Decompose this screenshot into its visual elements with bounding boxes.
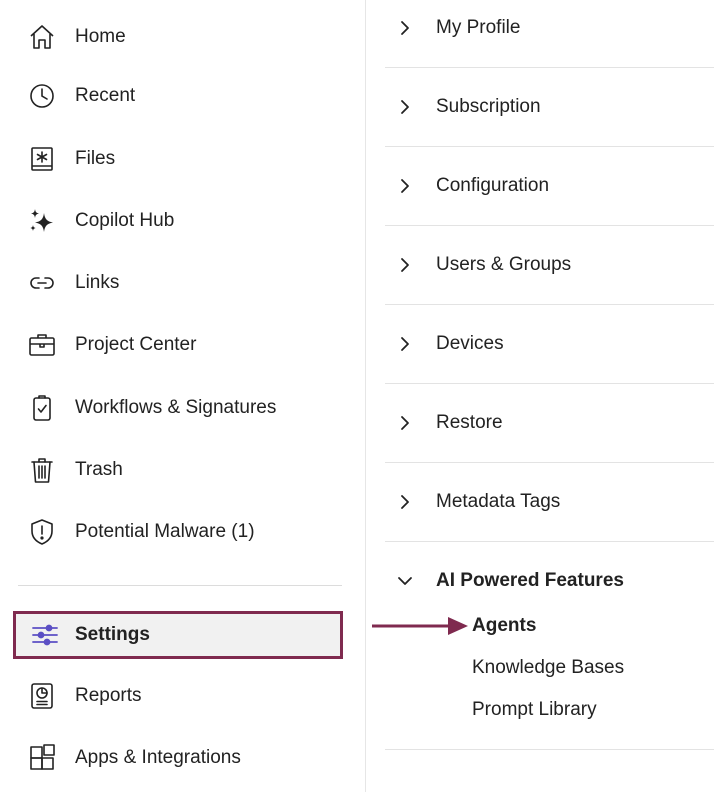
chevron-right-icon [397, 494, 413, 510]
sidebar-item-label: Links [75, 272, 120, 293]
sliders-icon [29, 619, 61, 651]
settings-section-ai-powered-features: AI Powered Features Agents Knowledge Bas… [385, 541, 714, 750]
sidebar: Home Recent Files Copilot Hub Links Proj… [0, 0, 366, 792]
sidebar-item-files[interactable]: Files [0, 139, 366, 179]
chevron-right-icon [397, 336, 413, 352]
ai-powered-features-header[interactable]: AI Powered Features [385, 561, 714, 601]
settings-panel: My Profile Subscription Configuration Us… [367, 0, 714, 792]
sidebar-item-label: Files [75, 148, 116, 169]
sidebar-item-label: Project Center [75, 334, 197, 355]
home-icon [26, 21, 58, 53]
clipboard-check-icon [26, 392, 58, 424]
chevron-right-icon [397, 99, 413, 115]
chevron-right-icon [397, 415, 413, 431]
settings-section-restore[interactable]: Restore [385, 384, 714, 463]
sidebar-item-potential-malware[interactable]: Potential Malware (1) [0, 512, 366, 552]
section-label: Restore [436, 412, 503, 433]
sidebar-item-reports[interactable]: Reports [0, 676, 366, 716]
settings-section-subscription[interactable]: Subscription [385, 68, 714, 147]
sidebar-item-label: Workflows & Signatures [75, 397, 277, 418]
section-label: Subscription [436, 96, 541, 117]
sidebar-item-label: Potential Malware (1) [75, 521, 255, 542]
section-label: AI Powered Features [436, 570, 624, 591]
settings-section-configuration[interactable]: Configuration [385, 147, 714, 226]
section-label: Configuration [436, 175, 550, 196]
trash-icon [26, 454, 58, 486]
sidebar-item-label: Trash [75, 459, 123, 480]
link-icon [26, 267, 58, 299]
sidebar-item-label: Reports [75, 685, 142, 706]
sidebar-item-apps-integrations[interactable]: Apps & Integrations [0, 738, 366, 778]
sidebar-divider [18, 585, 342, 586]
sidebar-item-trash[interactable]: Trash [0, 450, 366, 490]
section-label: Devices [436, 333, 504, 354]
apps-icon [26, 742, 58, 774]
report-icon [26, 680, 58, 712]
settings-section-users-groups[interactable]: Users & Groups [385, 226, 714, 305]
briefcase-icon [26, 329, 58, 361]
submenu-item-knowledge-bases[interactable]: Knowledge Bases [472, 657, 624, 679]
chevron-right-icon [397, 257, 413, 273]
sidebar-item-label: Recent [75, 85, 136, 106]
settings-section-my-profile[interactable]: My Profile [385, 0, 714, 68]
settings-section-metadata-tags[interactable]: Metadata Tags [385, 463, 714, 542]
section-label: Metadata Tags [436, 491, 561, 512]
submenu-item-agents[interactable]: Agents [472, 615, 536, 637]
sidebar-item-label: Copilot Hub [75, 210, 175, 231]
sidebar-item-project-center[interactable]: Project Center [0, 325, 366, 365]
chevron-right-icon [397, 178, 413, 194]
sidebar-item-settings[interactable]: Settings [13, 611, 343, 659]
section-label: Users & Groups [436, 254, 572, 275]
sidebar-item-label: Settings [75, 624, 150, 645]
sidebar-item-copilot-hub[interactable]: Copilot Hub [0, 201, 366, 241]
files-icon [26, 143, 58, 175]
sidebar-item-workflows-signatures[interactable]: Workflows & Signatures [0, 388, 366, 428]
chevron-down-icon [397, 573, 413, 589]
sidebar-item-label: Apps & Integrations [75, 747, 241, 768]
clock-icon [26, 80, 58, 112]
sparkle-icon [26, 205, 58, 237]
chevron-right-icon [397, 20, 413, 36]
submenu-item-prompt-library[interactable]: Prompt Library [472, 699, 597, 721]
settings-section-devices[interactable]: Devices [385, 305, 714, 384]
sidebar-item-recent[interactable]: Recent [0, 76, 366, 116]
section-label: My Profile [436, 17, 521, 38]
sidebar-item-home[interactable]: Home [0, 17, 366, 57]
sidebar-item-label: Home [75, 26, 126, 47]
shield-alert-icon [26, 516, 58, 548]
sidebar-item-links[interactable]: Links [0, 263, 366, 303]
